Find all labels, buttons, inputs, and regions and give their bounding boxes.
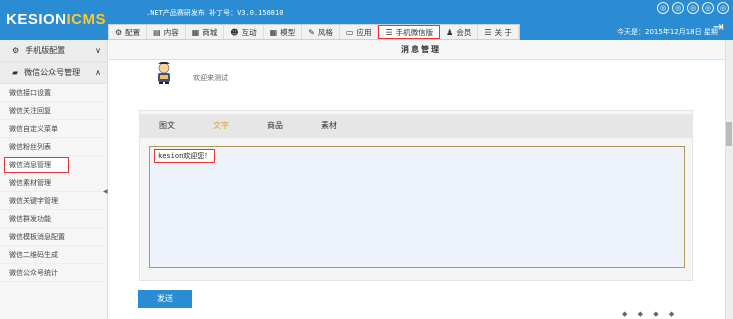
message-type-tabs: 图文 文字 商品 素材 <box>140 114 692 138</box>
scrollbar[interactable] <box>725 40 733 319</box>
nav-item[interactable]: ▦ 商城 <box>186 25 225 39</box>
monitor-icon: ▭ <box>345 27 354 37</box>
users-icon: ☻ <box>230 27 239 37</box>
nav-item[interactable]: ▦ 模型 <box>264 25 303 39</box>
sidebar-group-label: 手机版配置 <box>25 46 66 55</box>
gear-icon: ⚙ <box>115 27 123 37</box>
menu-icon: ☰ <box>385 27 393 37</box>
sidebar-item[interactable]: 微信群发功能 <box>0 210 107 228</box>
menu-icon: ☰ <box>484 27 492 37</box>
grid-icon: ▦ <box>269 27 278 37</box>
nav-item[interactable]: ✎ 风格 <box>302 25 340 39</box>
page-title: 消息管理 <box>109 40 733 60</box>
top-icon-group: ◎ ◎ ◎ ◎ ◎ <box>657 2 729 14</box>
logo: KESIONICMS <box>6 11 107 28</box>
main-nav: ⚙ 配置 ▤ 内容 ▦ 商城 ☻ 互动 ▦ 模型 ✎ 风格 ▭ 应用 ☰ 手机微信版 ♟ 会员 ☰ 关 于 <box>108 24 520 40</box>
nav-item[interactable]: ☰ 手机微信版 <box>378 25 441 39</box>
sidebar-item[interactable]: 微信消息管理 <box>4 157 69 173</box>
circle-icon[interactable]: ◎ <box>672 2 684 14</box>
nav-item[interactable]: ♟ 会员 <box>440 25 479 39</box>
nav-item[interactable]: ▭ 应用 <box>340 25 379 39</box>
nav-item-label: 模型 <box>280 27 296 37</box>
circle-icon[interactable]: ◎ <box>687 2 699 14</box>
nav-item-label: 关 于 <box>494 27 512 37</box>
sidebar-item[interactable]: 微信关键字管理 <box>0 192 107 210</box>
avatar <box>158 62 170 84</box>
circle-icon[interactable]: ◎ <box>717 2 729 14</box>
sidebar: ⚙ 手机版配置 ∨ ▰ 微信公众号管理 ∧ 微信接口设置 微信关注回复 微信自定义菜… <box>0 40 108 319</box>
nav-item-label: 手机微信版 <box>395 27 434 37</box>
user-icon: ♟ <box>446 27 454 37</box>
chat-icon: ▰ <box>12 68 19 77</box>
nav-item-label: 内容 <box>163 27 179 37</box>
nav-item[interactable]: ☻ 互动 <box>224 25 264 39</box>
sidebar-group-mobile[interactable]: ⚙ 手机版配置 ∨ <box>0 40 107 62</box>
nav-item[interactable]: ⚙ 配置 <box>109 25 148 39</box>
send-button[interactable]: 发送 <box>138 290 192 308</box>
message-tab[interactable]: 素材 <box>302 114 356 138</box>
sidebar-group-wechat[interactable]: ▰ 微信公众号管理 ∧ <box>0 62 107 84</box>
release-info: .NET产品赛研发布 补丁号：V3.0.150810 <box>146 9 284 17</box>
corner-icon-group: ◆ ◆ ◆ ◆ <box>622 310 679 318</box>
collapse-arrow-icon[interactable]: ◀ <box>103 188 108 195</box>
circle-icon[interactable]: ◎ <box>702 2 714 14</box>
chevron-down-icon: ∨ <box>95 46 101 55</box>
message-tab[interactable]: 商品 <box>248 114 302 138</box>
nav-item-label: 应用 <box>356 27 372 37</box>
sidebar-item[interactable]: 微信二维码生成 <box>0 246 107 264</box>
tag-icon: ✎ <box>308 27 315 37</box>
shop-icon: ▦ <box>191 27 200 37</box>
circle-icon[interactable]: ◎ <box>657 2 669 14</box>
message-card: 图文 文字 商品 素材 kesion欢迎您！ <box>139 110 693 281</box>
sidebar-item[interactable]: 微信自定义菜单 <box>0 120 107 138</box>
nav-item-label: 配置 <box>125 27 141 37</box>
message-tab[interactable]: 图文 <box>140 114 194 138</box>
message-tab[interactable]: 文字 <box>194 114 248 138</box>
nav-item[interactable]: ☰ 关 于 <box>478 25 519 39</box>
date-text: 今天是：2015年12月18日 星期 <box>617 28 718 36</box>
logout-icon[interactable]: ⇥ <box>713 20 729 36</box>
sidebar-item[interactable]: 微信关注回复 <box>0 102 107 120</box>
nav-item-label: 风格 <box>317 27 333 37</box>
chevron-up-icon: ∧ <box>95 68 101 77</box>
sidebar-item[interactable]: 微信接口设置 <box>0 84 107 102</box>
nav-item-label: 会员 <box>456 27 472 37</box>
gear-icon: ⚙ <box>12 46 20 55</box>
scroll-thumb[interactable] <box>726 122 732 146</box>
sidebar-item[interactable]: 微信素材管理 <box>0 174 107 192</box>
sidebar-item[interactable]: 微信粉丝列表 <box>0 138 107 156</box>
document-icon: ▤ <box>153 27 161 37</box>
sidebar-item[interactable]: 微信公众号统计 <box>0 264 107 282</box>
message-editor[interactable]: kesion欢迎您！ <box>149 146 685 268</box>
nav-item-label: 互动 <box>241 27 257 37</box>
welcome-text: 欢迎来测试 <box>193 74 228 82</box>
nav-item[interactable]: ▤ 内容 <box>147 25 186 39</box>
sidebar-item[interactable]: 微信模板消息配置 <box>0 228 107 246</box>
nav-item-label: 商城 <box>202 27 218 37</box>
editor-content[interactable]: kesion欢迎您！ <box>154 149 216 163</box>
sidebar-group-label: 微信公众号管理 <box>24 68 81 77</box>
